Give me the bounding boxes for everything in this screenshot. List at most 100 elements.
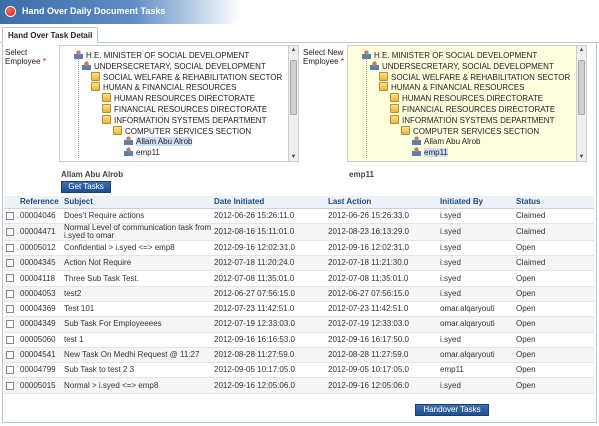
tree-node[interactable]: COMPUTER SERVICES SECTION	[401, 125, 539, 136]
cell-date-initiated: 2012-07-23 11:42:51.0	[212, 301, 326, 318]
col-subject[interactable]: Subject	[62, 196, 212, 209]
tree-node[interactable]: emp11	[124, 147, 160, 157]
tree-node[interactable]: HUMAN & FINANCIAL RESOURCES	[91, 82, 237, 92]
table-row[interactable]: 00004345 Action Not Require 2012-07-18 11:…	[4, 255, 594, 272]
row-select-cell[interactable]	[4, 270, 18, 287]
row-select-cell[interactable]	[4, 223, 18, 241]
tree-node[interactable]: SOCIAL WELFARE & REHABILITATION SECTOR	[91, 71, 282, 82]
cell-last-action: 2012-09-16 12:02:31.0	[326, 240, 438, 257]
col-date-initiated[interactable]: Date Initiated	[212, 196, 326, 209]
tree-node[interactable]: H.E. MINISTER OF SOCIAL DEVELOPMENT	[362, 50, 537, 60]
row-select-cell[interactable]	[4, 286, 18, 302]
cell-reference: 00004349	[18, 316, 62, 333]
table-row[interactable]: 00004541 New Task On Medhi Request @ 11:2…	[4, 347, 594, 364]
tab-hand-over-task-detail[interactable]: Hand Over Task Detail	[2, 27, 99, 43]
table-row[interactable]: 00005012 Confidential > i.syed <=> emp8 20…	[4, 240, 594, 257]
col-initiated-by[interactable]: Initiated By	[438, 196, 514, 209]
tree-node[interactable]: emp11	[412, 147, 448, 158]
row-checkbox[interactable]	[6, 320, 14, 329]
app-status-icon	[5, 6, 16, 17]
tree-node-label: FINANCIAL RESOURCES DIRECTORATE	[402, 105, 556, 114]
cell-subject: test2	[62, 286, 212, 302]
row-select-cell[interactable]	[4, 377, 18, 394]
row-checkbox[interactable]	[6, 274, 14, 283]
cell-subject: Action Not Require	[62, 255, 212, 272]
row-select-cell[interactable]	[4, 208, 18, 224]
cell-last-action: 2012-09-05 10:17:05.0	[326, 362, 438, 379]
tree-node[interactable]: UNDERSECRETARY, SOCIAL DEVELOPMENT	[82, 60, 266, 71]
tree-node[interactable]: Allam Abu Alrob	[124, 136, 193, 147]
row-select-cell[interactable]	[4, 332, 18, 348]
row-select-cell[interactable]	[4, 240, 18, 257]
employee-tree[interactable]: H.E. MINISTER OF SOCIAL DEVELOPMENT UNDER…	[59, 45, 299, 162]
new-employee-tree[interactable]: H.E. MINISTER OF SOCIAL DEVELOPMENT UNDER…	[347, 45, 587, 162]
folder-icon	[102, 104, 111, 113]
cell-initiated-by: i.syed	[438, 240, 514, 257]
row-checkbox[interactable]	[6, 289, 14, 298]
table-row[interactable]: 00004053 test2 2012-06-27 07:56:15.0 2012-0…	[4, 286, 594, 302]
tree-node[interactable]: INFORMATION SYSTEMS DEPARTMENT	[390, 114, 555, 125]
tree-node[interactable]: COMPUTER SERVICES SECTION	[113, 125, 251, 136]
row-select-cell[interactable]	[4, 347, 18, 364]
row-select-cell[interactable]	[4, 255, 18, 272]
row-checkbox[interactable]	[6, 381, 14, 390]
scroll-thumb[interactable]	[290, 60, 297, 115]
tree-node[interactable]: INFORMATION SYSTEMS DEPARTMENT	[102, 114, 266, 125]
table-row[interactable]: 00004369 Test 101 2012-07-23 11:42:51.0 201…	[4, 301, 594, 318]
person-icon	[412, 147, 421, 157]
tree-node-label: H.E. MINISTER OF SOCIAL DEVELOPMENT	[374, 51, 538, 60]
cell-reference: 00005015	[18, 377, 62, 394]
cell-reference: 00004541	[18, 347, 62, 364]
row-checkbox[interactable]	[6, 227, 14, 236]
table-row[interactable]: 00005015 Normal > i.syed <=> emp8 2012-09-…	[4, 377, 594, 394]
col-reference[interactable]: Reference	[18, 196, 62, 209]
table-row[interactable]: 00004471 Normal Level of communication ta…	[4, 223, 594, 241]
row-select-cell[interactable]	[4, 362, 18, 379]
get-tasks-button[interactable]: Get Tasks	[61, 181, 111, 193]
tree-node[interactable]: FINANCIAL RESOURCES DIRECTORATE	[390, 104, 555, 114]
row-checkbox[interactable]	[6, 259, 14, 268]
table-row[interactable]: 00005060 test 1 2012-09-16 16:16:53.0 2012-…	[4, 332, 594, 348]
tree-node[interactable]: HUMAN & FINANCIAL RESOURCES	[379, 82, 525, 92]
col-last-action[interactable]: Last Action	[326, 196, 438, 209]
scroll-up-icon[interactable]: ▲	[289, 46, 298, 54]
table-row[interactable]: 00004799 Sub Task to test 2 3 2012-09-05 1…	[4, 362, 594, 379]
row-select-cell[interactable]	[4, 316, 18, 333]
row-checkbox[interactable]	[6, 243, 14, 252]
row-checkbox[interactable]	[6, 366, 14, 375]
cell-last-action: 2012-07-08 11:35:01.0	[326, 270, 438, 287]
tree-scrollbar[interactable]: ▲ ▼	[288, 46, 298, 161]
table-row[interactable]: 00004046 Does't Require actions 2012-06-26…	[4, 208, 594, 224]
row-select-cell[interactable]	[4, 301, 18, 318]
col-status[interactable]: Status	[514, 196, 594, 209]
cell-last-action: 2012-07-19 12:33:03.0	[326, 316, 438, 333]
cell-reference: 00004369	[18, 301, 62, 318]
tree-node[interactable]: H.E. MINISTER OF SOCIAL DEVELOPMENT	[74, 50, 249, 60]
row-checkbox[interactable]	[6, 350, 14, 359]
tree-node[interactable]: Allam Abu Alrob	[412, 136, 480, 146]
row-checkbox[interactable]	[6, 335, 14, 344]
handover-tasks-button[interactable]: Handover Tasks	[415, 404, 489, 416]
folder-icon	[102, 114, 111, 124]
row-checkbox[interactable]	[6, 305, 14, 314]
scroll-up-icon[interactable]: ▲	[577, 46, 586, 54]
tree-node[interactable]: UNDERSECRETARY, SOCIAL DEVELOPMENT	[370, 60, 554, 71]
scroll-down-icon[interactable]: ▼	[289, 153, 298, 161]
row-checkbox[interactable]	[6, 211, 14, 220]
scroll-thumb[interactable]	[578, 60, 585, 115]
scroll-down-icon[interactable]: ▼	[577, 153, 586, 161]
table-row[interactable]: 00004349 Sub Task For Employeeees 2012-07-…	[4, 316, 594, 333]
tree-node[interactable]: HUMAN RESOURCES DIRECTORATE	[390, 93, 543, 103]
tree-node[interactable]: FINANCIAL RESOURCES DIRECTORATE	[102, 104, 267, 114]
tree-scrollbar[interactable]: ▲ ▼	[576, 46, 586, 161]
tree-node[interactable]: HUMAN RESOURCES DIRECTORATE	[102, 93, 255, 103]
tree-node-label: HUMAN & FINANCIAL RESOURCES	[391, 83, 525, 93]
table-row[interactable]: 00004118 Three Sub Task Test. 2012-07-08 1…	[4, 270, 594, 287]
folder-icon	[401, 125, 410, 135]
cell-status: Open	[514, 316, 594, 333]
cell-date-initiated: 2012-09-16 12:05:06.0	[212, 377, 326, 394]
folder-icon	[379, 82, 388, 92]
person-icon	[370, 60, 379, 70]
tree-node-label: INFORMATION SYSTEMS DEPARTMENT	[402, 115, 555, 125]
tree-node[interactable]: SOCIAL WELFARE & REHABILITATION SECTOR	[379, 71, 570, 82]
